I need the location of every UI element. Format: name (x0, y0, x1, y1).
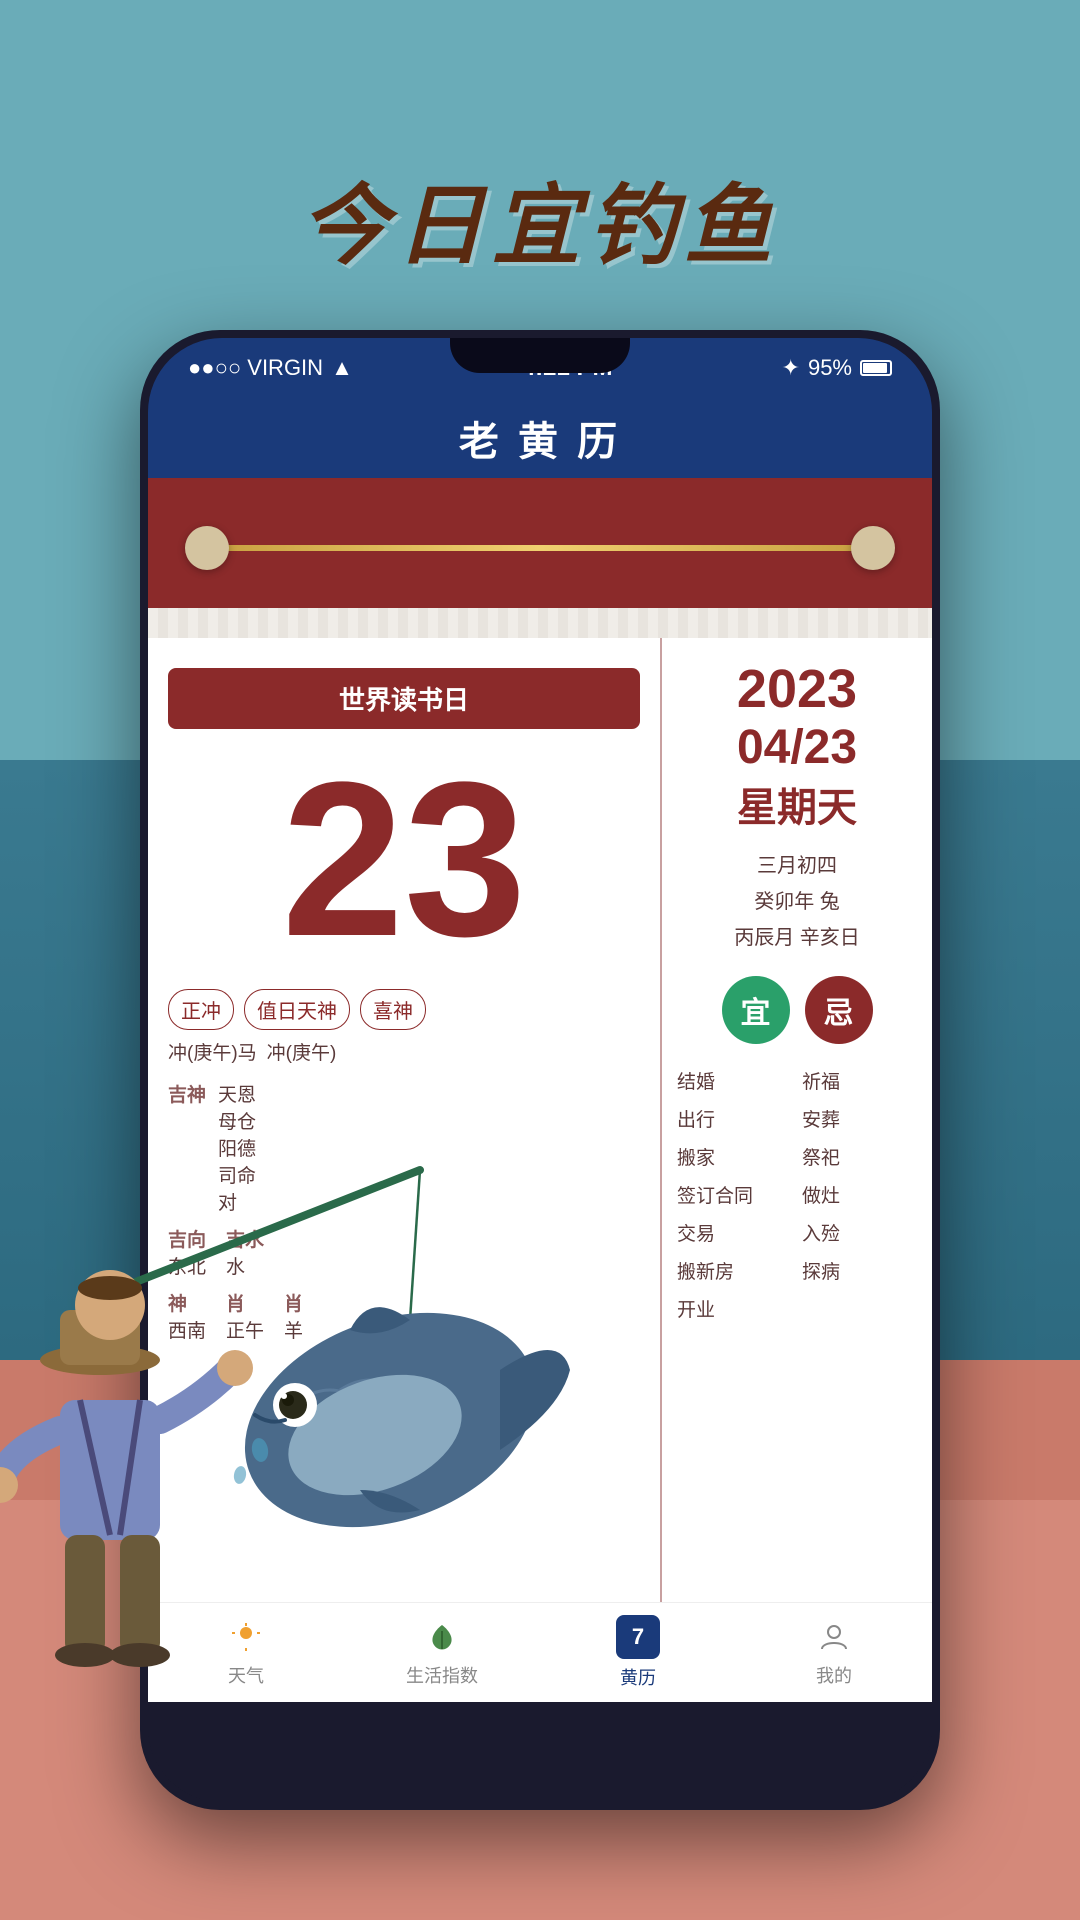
nav-calendar[interactable]: 7 黄历 (540, 1615, 736, 1690)
ji-item-rudian: 入殓 (802, 1216, 917, 1254)
calendar-torn-edge (148, 608, 932, 638)
ji-item-zuozao: 做灶 (802, 1178, 917, 1216)
calendar-nav-icon: 7 (616, 1615, 660, 1659)
chong-left: 冲(庚午)马 (168, 1038, 257, 1065)
calendar-knob-left (185, 526, 229, 570)
bluetooth-icon: ✦ (782, 355, 800, 381)
date-weekday: 星期天 (677, 775, 917, 833)
yi-item-hetong: 签订合同 (677, 1178, 792, 1216)
special-day-tag: 世界读书日 (168, 668, 640, 729)
ji-button[interactable]: 忌 (805, 976, 873, 1044)
yi-item-jiaoyi: 交易 (677, 1216, 792, 1254)
ji-item-tanbing: 探病 (802, 1254, 917, 1292)
lunar-info: 三月初四 癸卯年 兔 丙辰月 辛亥日 (677, 848, 917, 956)
ji-item-anzang: 安葬 (802, 1102, 917, 1140)
yi-item-chuxing: 出行 (677, 1102, 792, 1140)
lunar-line2: 癸卯年 兔 (677, 884, 917, 920)
calendar-right-panel: 2023 04/23 星期天 三月初四 癸卯年 兔 丙辰月 辛亥日 宜 忌 (662, 638, 932, 1702)
lunar-line3: 丙辰月 辛亥日 (677, 920, 917, 956)
main-title: 今日宜钓鱼 (0, 155, 1080, 282)
lunar-line1: 三月初四 (677, 848, 917, 884)
jishen-label: 吉神 (168, 1080, 218, 1107)
calendar-top-section (148, 478, 932, 618)
calendar-knob-right (851, 526, 895, 570)
battery-text: 95% (808, 355, 852, 381)
zhongchong-tag: 正冲 (168, 989, 234, 1030)
yi-list: 结婚 出行 搬家 签订合同 交易 搬新房 开业 (677, 1064, 792, 1330)
calendar-label: 黄历 (620, 1664, 656, 1690)
chong-right: 冲(庚午) (267, 1038, 337, 1065)
calendar-tags-row: 正冲 值日天神 喜神 (168, 989, 640, 1030)
yi-item-xinfang: 搬新房 (677, 1254, 792, 1292)
yi-item-kaiye: 开业 (677, 1292, 792, 1330)
status-right-icons: ✦ 95% (782, 355, 892, 381)
yi-ji-lists: 结婚 出行 搬家 签订合同 交易 搬新房 开业 祈福 安葬 祭祀 做 (677, 1064, 917, 1330)
app-header: 老 黄 历 (148, 398, 932, 478)
yi-item-banjia: 搬家 (677, 1140, 792, 1178)
battery-icon (860, 360, 892, 376)
wifi-icon: ▲ (331, 355, 353, 381)
xishen-tag: 喜神 (360, 989, 426, 1030)
date-month-day: 04/23 (677, 720, 917, 775)
app-title-text: 老 黄 历 (459, 409, 621, 467)
fish-illustration (200, 1250, 580, 1570)
date-year: 2023 (677, 658, 917, 720)
ji-item-jisi: 祭祀 (802, 1140, 917, 1178)
yi-ji-buttons: 宜 忌 (677, 976, 917, 1044)
carrier-text: ●●○○ VIRGIN (188, 355, 323, 381)
profile-label: 我的 (816, 1662, 852, 1688)
ji-item-qifu: 祈福 (802, 1064, 917, 1102)
status-carrier: ●●○○ VIRGIN ▲ (188, 355, 353, 381)
chong-row: 冲(庚午)马 冲(庚午) (168, 1038, 640, 1065)
yi-item-jiehun: 结婚 (677, 1064, 792, 1102)
profile-icon (814, 1617, 854, 1657)
tianshen-tag: 值日天神 (244, 989, 350, 1030)
ji-list: 祈福 安葬 祭祀 做灶 入殓 探病 (802, 1064, 917, 1330)
nav-profile[interactable]: 我的 (736, 1617, 932, 1688)
phone-notch (450, 338, 630, 373)
day-number: 23 (168, 749, 640, 969)
calendar-rod (207, 545, 873, 551)
yi-button[interactable]: 宜 (722, 976, 790, 1044)
